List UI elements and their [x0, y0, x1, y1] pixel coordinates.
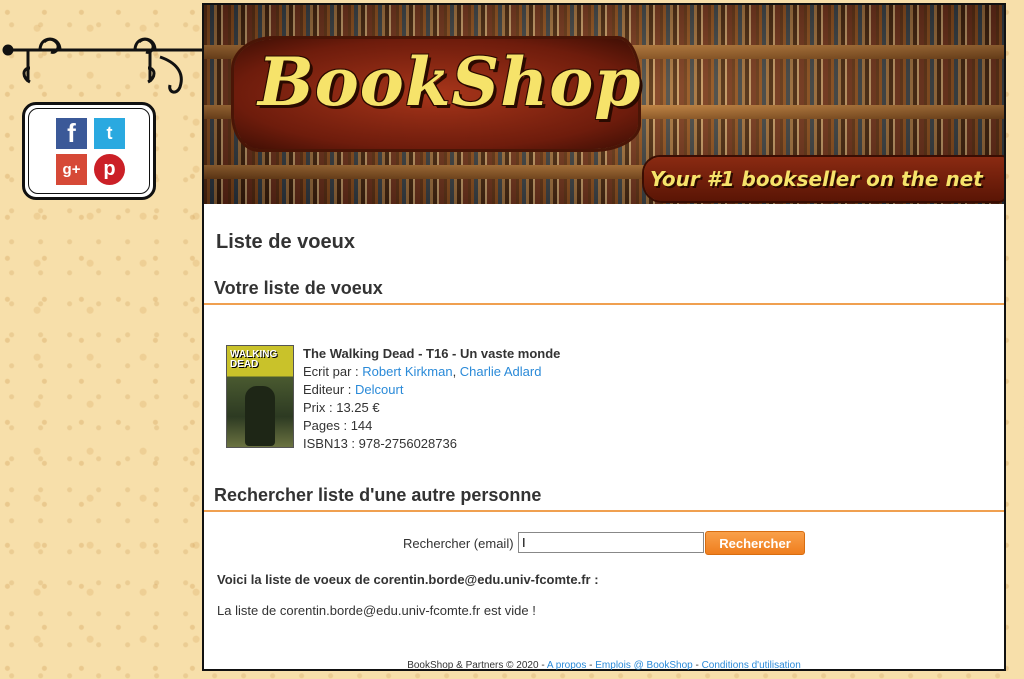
footer-separator: - [586, 660, 596, 671]
search-button[interactable]: Rechercher [705, 531, 805, 555]
author-label: Ecrit par : [303, 364, 363, 379]
search-result-text: La liste de corentin.borde@edu.univ-fcom… [217, 603, 536, 618]
footer: BookShop & Partners © 2020 - A propos - … [204, 660, 1004, 671]
pinterest-icon[interactable]: p [94, 154, 125, 185]
footer-link-jobs[interactable]: Emplois @ BookShop [595, 660, 692, 671]
banner: BookShop Your #1 bookseller on the net [204, 5, 1004, 204]
publisher-label: Editeur : [303, 382, 356, 397]
book-title: The Walking Dead - T16 - Un vaste monde [303, 346, 561, 361]
twitter-icon[interactable]: t [94, 118, 125, 149]
book-cover-figure [245, 386, 275, 446]
search-label: Rechercher (email) [403, 536, 514, 551]
book-pages: Pages : 144 [303, 418, 373, 433]
googleplus-icon[interactable]: g+ [56, 154, 87, 185]
footer-copyright: BookShop & Partners © 2020 - [407, 660, 547, 671]
book-publisher: Editeur : Delcourt [303, 381, 703, 399]
search-result-heading: Voici la liste de voeux de corentin.bord… [217, 572, 599, 587]
book-price: Prix : 13.25 € [303, 400, 380, 415]
publisher-link[interactable]: Delcourt [355, 382, 403, 397]
site-logo[interactable]: BookShop [258, 43, 641, 121]
footer-link-terms[interactable]: Conditions d'utilisation [702, 660, 801, 671]
search-form: Rechercher (email) Rechercher [204, 531, 1004, 555]
main-panel: BookShop Your #1 bookseller on the net L… [202, 3, 1006, 671]
book-authors: Ecrit par : Robert Kirkman, Charlie Adla… [303, 363, 703, 381]
author-link-kirkman[interactable]: Robert Kirkman [362, 364, 452, 379]
book-isbn: ISBN13 : 978-2756028736 [303, 436, 457, 451]
site-tagline: Your #1 bookseller on the net [650, 167, 983, 191]
author-link-adlard[interactable]: Charlie Adlard [460, 364, 542, 379]
book-cover[interactable]: WALKING DEAD [226, 345, 294, 448]
footer-link-about[interactable]: A propos [547, 660, 586, 671]
social-panel: f t g+ p [22, 102, 156, 200]
wishlist-section-title: Votre liste de voeux [204, 278, 1004, 305]
book-info: The Walking Dead - T16 - Un vaste monde … [303, 345, 703, 453]
search-section-title: Rechercher liste d'une autre personne [204, 485, 1004, 512]
author-separator: , [452, 364, 460, 379]
social-sign: f t g+ p [0, 22, 204, 207]
pinterest-glyph: p [94, 154, 125, 185]
search-email-input[interactable] [518, 532, 704, 553]
facebook-icon[interactable]: f [56, 118, 87, 149]
book-cover-title: WALKING DEAD [230, 349, 278, 370]
footer-separator: - [692, 660, 702, 671]
page-title: Liste de voeux [216, 231, 355, 253]
